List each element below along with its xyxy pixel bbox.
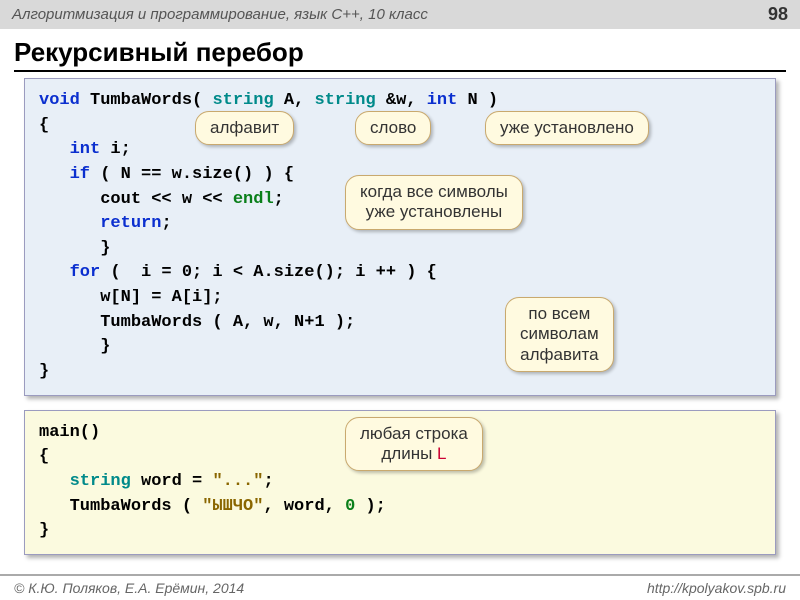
code-block-function: void TumbaWords( string A, string &w, in…: [24, 78, 776, 396]
slide-footer: © К.Ю. Поляков, Е.А. Ерёмин, 2014 http:/…: [0, 574, 800, 600]
page-number: 98: [768, 4, 788, 25]
callout-word: слово: [355, 111, 431, 145]
slide-header: Алгоритмизация и программирование, язык …: [0, 0, 800, 29]
callout-over-all-symbols: по всемсимволамалфавита: [505, 297, 614, 372]
footer-url: http://kpolyakov.spb.ru: [647, 580, 786, 596]
callout-all-symbols-set: когда все символыуже установлены: [345, 175, 523, 230]
code-block-main: main() { string word = "..."; TumbaWords…: [24, 410, 776, 555]
callout-already-set: уже установлено: [485, 111, 649, 145]
header-text: Алгоритмизация и программирование, язык …: [12, 6, 428, 23]
copyright: © К.Ю. Поляков, Е.А. Ерёмин, 2014: [14, 580, 244, 596]
callout-any-string: любая строкадлины L: [345, 417, 483, 472]
callout-alphabet: алфавит: [195, 111, 294, 145]
slide-title: Рекурсивный перебор: [14, 37, 786, 72]
